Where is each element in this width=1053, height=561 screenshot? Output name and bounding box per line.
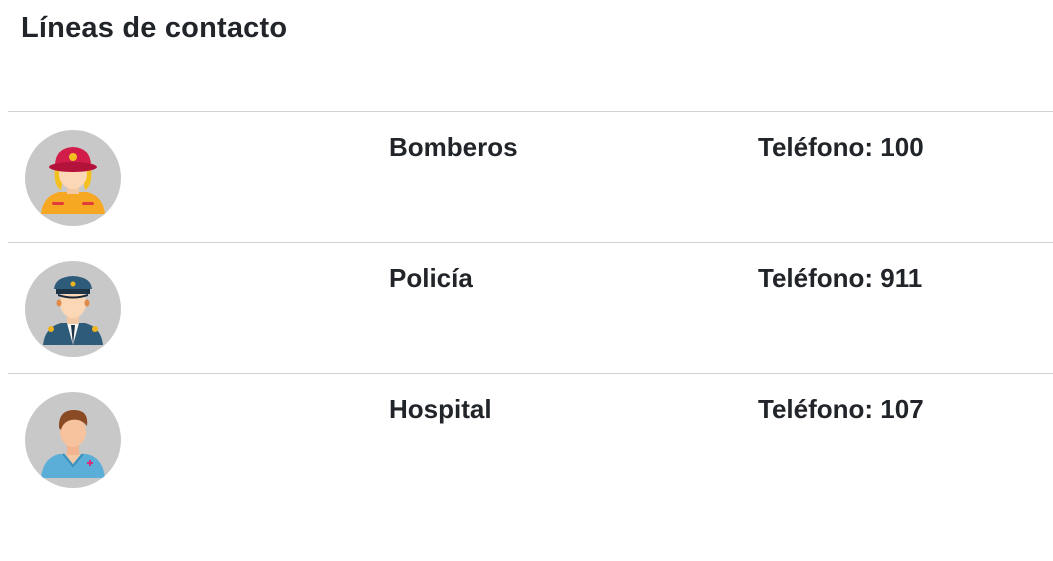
contact-list: Bomberos Teléfono: 100 Policía Teléfono:…	[8, 111, 1053, 504]
firefighter-icon	[25, 130, 121, 226]
contact-name: Bomberos	[389, 132, 518, 162]
contact-phone: Teléfono: 100	[758, 132, 924, 163]
phone-label: Teléfono:	[758, 132, 881, 162]
doctor-icon	[25, 392, 121, 488]
phone-label: Teléfono:	[758, 263, 881, 293]
phone-label: Teléfono:	[758, 394, 881, 424]
contact-lines-page: Líneas de contacto Bomberos Teléfono: 10…	[0, 0, 1053, 561]
list-item: Policía Teléfono: 911	[8, 242, 1053, 373]
list-item: Bomberos Teléfono: 100	[8, 111, 1053, 242]
page-title: Líneas de contacto	[21, 12, 288, 44]
police-officer-icon	[25, 261, 121, 357]
phone-number: 100	[880, 132, 924, 162]
contact-phone: Teléfono: 911	[758, 263, 922, 294]
list-item: Hospital Teléfono: 107	[8, 373, 1053, 504]
contact-name: Policía	[389, 263, 473, 293]
contact-name: Hospital	[389, 394, 492, 424]
phone-number: 107	[880, 394, 924, 424]
contact-phone: Teléfono: 107	[758, 394, 924, 425]
phone-number: 911	[880, 263, 923, 293]
